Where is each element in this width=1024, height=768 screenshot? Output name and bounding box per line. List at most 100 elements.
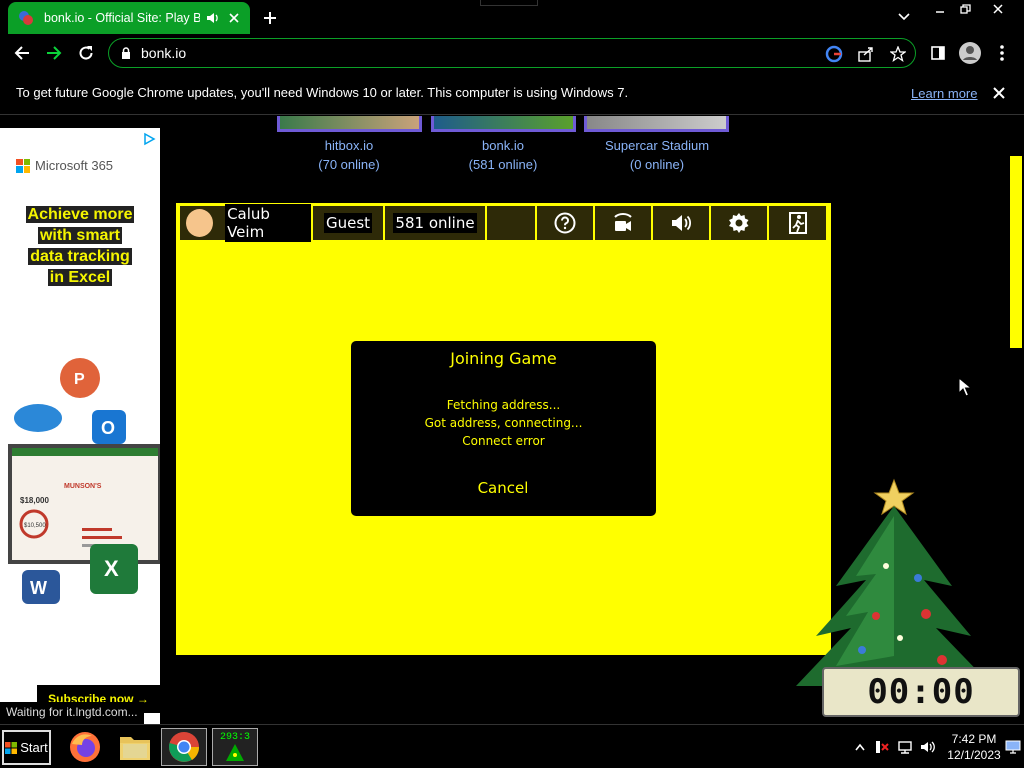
tree-clock-widget[interactable]: 00:00 (822, 667, 1020, 717)
menu-button[interactable] (988, 39, 1016, 67)
url-text: bonk.io (141, 45, 187, 61)
folder-icon (120, 737, 150, 760)
online-count: 581 online (385, 206, 487, 240)
game-link-bonk[interactable]: bonk.io (581 online) (428, 136, 578, 174)
taskbar-chrome[interactable] (161, 728, 207, 766)
close-icon (993, 87, 1005, 99)
avatar[interactable] (186, 209, 214, 237)
show-hidden-icons-button[interactable] (851, 739, 869, 755)
ad-headline-line: Achieve more (25, 206, 135, 223)
taskbar-firefox[interactable] (62, 728, 108, 766)
game-online-count: (581 online) (468, 157, 538, 172)
restore-icon (959, 4, 971, 14)
svg-text:W: W (30, 578, 47, 598)
show-desktop-button[interactable] (1004, 739, 1022, 755)
learn-more-link[interactable]: Learn more (911, 86, 977, 101)
game-name: Supercar Stadium (604, 138, 710, 153)
infobar-close-button[interactable] (990, 84, 1008, 102)
ad-headline: Achieve more with smart data tracking in… (22, 204, 138, 288)
onedrive-icon (14, 404, 62, 432)
plus-icon (264, 12, 276, 24)
reload-button[interactable] (72, 39, 100, 67)
camera-button[interactable] (595, 206, 653, 240)
game-top-bar: Calub Veim Guest 581 online (180, 204, 826, 242)
tab-bonk[interactable]: bonk.io - Official Site: Play Bo (8, 2, 250, 34)
tab-search-button[interactable] (893, 8, 915, 26)
windows-logo-icon (5, 741, 18, 754)
system-clock[interactable]: 7:42 PM 12/1/2023 (944, 731, 1004, 763)
spreadsheet-amount: $10,500 (24, 523, 46, 529)
start-label: Start (20, 740, 48, 755)
svg-text:O: O (101, 418, 115, 438)
scrollbar-thumb[interactable] (1010, 156, 1022, 348)
profile-button[interactable] (956, 39, 984, 67)
kebab-menu-icon (1000, 45, 1004, 61)
tab-title: bonk.io - Official Site: Play Bo (44, 11, 200, 25)
sound-button[interactable] (653, 206, 711, 240)
settings-button[interactable] (711, 206, 769, 240)
network-icon[interactable] (896, 739, 914, 755)
side-panel-button[interactable] (924, 39, 952, 67)
game-thumbnail-supercar[interactable] (584, 116, 729, 132)
joining-game-dialog: Joining Game Fetching address... Got add… (351, 341, 656, 516)
chrome-icon (169, 732, 200, 762)
infobar-message: To get future Google Chrome updates, you… (16, 85, 629, 100)
player-name: Calub Veim (225, 204, 311, 242)
tab-strip-indicator (480, 0, 538, 6)
new-tab-button[interactable] (258, 6, 282, 30)
microsoft-logo: Microsoft 365 (16, 158, 113, 173)
spreadsheet-title: MUNSON'S (64, 483, 102, 490)
profile-avatar-icon (959, 42, 981, 64)
share-icon[interactable] (855, 43, 877, 65)
game-thumbnail-hitbox[interactable] (277, 116, 422, 132)
close-window-button[interactable] (985, 0, 1011, 18)
ad-headline-line: with smart (37, 227, 122, 244)
game-online-count: (70 online) (318, 157, 380, 172)
sound-icon (672, 215, 692, 231)
bookmark-star-icon[interactable] (887, 43, 909, 65)
tab-strip: bonk.io - Official Site: Play Bo (0, 0, 1024, 34)
monitor-icon (1005, 740, 1021, 754)
close-icon (993, 4, 1003, 14)
game-link-hitbox[interactable]: hitbox.io (70 online) (274, 136, 424, 174)
ad-choices-icon[interactable] (142, 132, 156, 146)
tree-app-icon (225, 743, 244, 761)
volume-icon[interactable] (919, 739, 937, 755)
address-bar[interactable]: bonk.io (108, 38, 916, 68)
dialog-title: Joining Game (450, 349, 557, 368)
action-center-icon[interactable] (873, 739, 891, 755)
ad-brand: Microsoft 365 (35, 158, 114, 173)
game-online-count: (0 online) (629, 157, 685, 172)
back-button[interactable] (8, 39, 36, 67)
game-thumbnail-bonk[interactable] (431, 116, 576, 132)
advertisement[interactable]: Microsoft 365 Achieve more with smart da… (0, 128, 160, 724)
tab-close-icon[interactable] (226, 10, 242, 26)
taskbar-tree-app[interactable]: 293:3 (212, 728, 258, 766)
forward-button[interactable] (40, 39, 68, 67)
help-button[interactable] (537, 206, 595, 240)
game-link-supercar[interactable]: Supercar Stadium (0 online) (582, 136, 732, 174)
reload-icon (79, 46, 93, 60)
update-infobar: To get future Google Chrome updates, you… (0, 72, 1024, 115)
minimize-button[interactable] (927, 0, 953, 18)
exit-button[interactable] (769, 206, 826, 240)
clock-time: 7:42 PM (951, 732, 997, 746)
screen: bonk.io - Official Site: Play Bo bonk.io… (0, 0, 1024, 768)
dialog-status-line: Fetching address... (446, 398, 561, 412)
spreadsheet-amount: $18,000 (20, 496, 49, 505)
game-name: bonk.io (482, 138, 524, 153)
taskbar: Start 293:3 7:42 PM 12/1/2023 (0, 724, 1024, 768)
topbar-spacer (487, 206, 537, 240)
cancel-button[interactable]: Cancel (463, 479, 543, 497)
start-button[interactable]: Start (2, 730, 51, 765)
google-lens-icon[interactable] (823, 43, 845, 65)
microsoft-squares-icon (16, 158, 30, 173)
restore-button[interactable] (952, 0, 978, 18)
account-type[interactable]: Guest (313, 206, 385, 240)
status-bubble: Waiting for it.lngtd.com... (0, 702, 144, 724)
player-info[interactable]: Calub Veim (180, 204, 313, 242)
taskbar-file-explorer[interactable] (112, 728, 158, 766)
tree-clock-digits: 00:00 (867, 672, 975, 712)
speaker-icon[interactable] (206, 12, 220, 24)
game-canvas[interactable]: Calub Veim Guest 581 online Joining Game… (176, 203, 831, 655)
